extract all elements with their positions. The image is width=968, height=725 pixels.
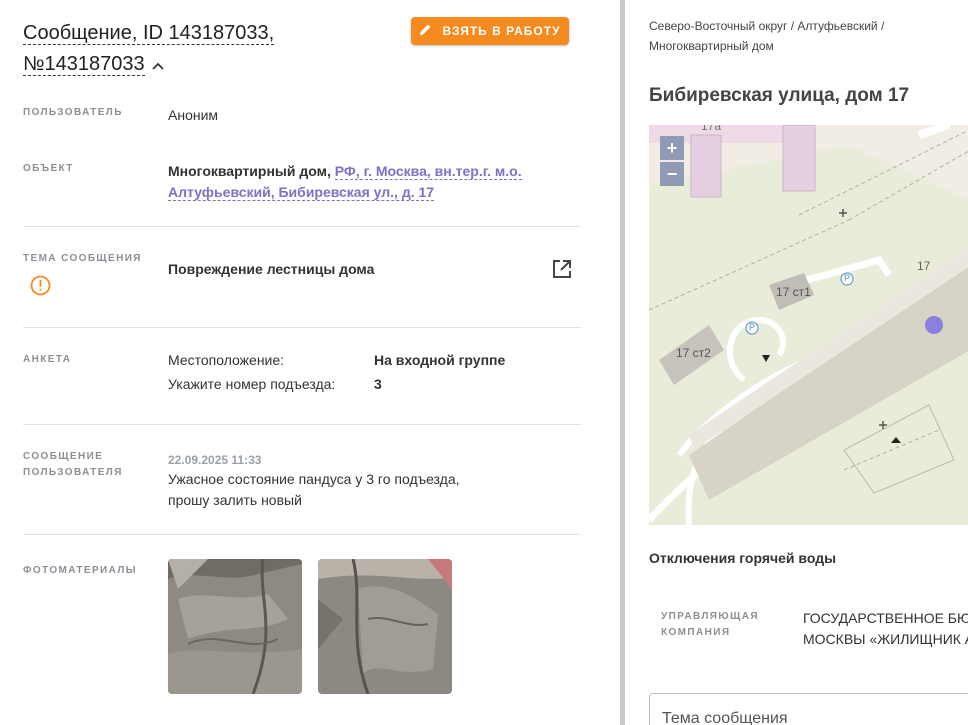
user-message-text-2: прошу залить новый xyxy=(168,492,302,508)
breadcrumb-line1[interactable]: Северо-Восточный округ / Алтуфьевский / xyxy=(649,19,884,33)
management-company-label-line2: КОМПАНИЯ xyxy=(661,627,731,638)
survey-label: АНКЕТА xyxy=(23,354,72,365)
topic-label: ТЕМА СООБЩЕНИЯ xyxy=(23,253,142,264)
zoom-out-button[interactable]: − xyxy=(660,162,684,186)
message-subject-placeholder: Тема сообщения xyxy=(662,710,788,725)
map-label-17c1: 17 ст1 xyxy=(776,285,811,299)
divider xyxy=(23,327,581,328)
divider xyxy=(23,424,581,425)
object-type: Многоквартирный дом, xyxy=(168,163,331,179)
user-message-date: 22.09.2025 11:33 xyxy=(168,453,262,467)
take-to-work-label: ВЗЯТЬ В РАБОТУ xyxy=(442,24,561,38)
photos-label: ФОТОМАТЕРИАЛЫ xyxy=(23,565,137,576)
message-title-line2[interactable]: №143187033 xyxy=(23,53,145,76)
external-link-icon[interactable] xyxy=(552,259,572,284)
map[interactable]: 17а 17 17 ст1 17 ст2 P P + − xyxy=(649,125,968,525)
breadcrumb-line2[interactable]: Многоквартирный дом xyxy=(649,39,774,53)
map-parking-label: P xyxy=(844,273,851,283)
message-panel: Сообщение, ID 143187033, №143187033 ВЗЯТ… xyxy=(0,0,620,725)
object-panel: Северо-Восточный округ / Алтуфьевский / … xyxy=(625,0,968,725)
photo-thumbnail[interactable] xyxy=(318,559,452,694)
address-title: Бибиревская улица, дом 17 xyxy=(649,85,910,106)
user-value: Аноним xyxy=(168,107,219,123)
user-message-label-line1: СООБЩЕНИЕ xyxy=(23,451,104,462)
survey-question-2: Укажите номер подъезда: xyxy=(168,376,336,392)
map-canvas[interactable] xyxy=(649,125,968,525)
photo-thumbnail[interactable] xyxy=(168,559,302,694)
breadcrumb: Северо-Восточный округ / Алтуфьевский / … xyxy=(649,16,949,56)
take-to-work-button[interactable]: ВЗЯТЬ В РАБОТУ xyxy=(411,17,569,45)
management-company-value: ГОСУДАРСТВЕННОЕ БЮДЖЕТНОЕ МОСКВЫ «ЖИЛИЩН… xyxy=(803,608,968,650)
message-subject-field[interactable]: Тема сообщения xyxy=(649,693,968,725)
survey-question-1: Местоположение: xyxy=(168,352,285,368)
zoom-in-button[interactable]: + xyxy=(660,136,684,160)
management-company-label-line1: УПРАВЛЯЮЩАЯ xyxy=(661,611,759,622)
message-title: Сообщение, ID 143187033, №143187033 xyxy=(23,18,403,80)
message-title-line1[interactable]: Сообщение, ID 143187033, xyxy=(23,22,275,45)
user-message-label: СООБЩЕНИЕ ПОЛЬЗОВАТЕЛЯ xyxy=(23,449,123,481)
map-label-17: 17 xyxy=(917,259,931,273)
pencil-icon xyxy=(419,23,432,39)
survey-answer-2: 3 xyxy=(374,376,382,392)
hot-water-outages-title: Отключения горячей воды xyxy=(649,550,837,566)
object-value: Многоквартирный дом, РФ, г. Москва, вн.т… xyxy=(168,161,528,203)
management-company-value-line1: ГОСУДАРСТВЕННОЕ БЮДЖЕТНОЕ xyxy=(803,610,968,626)
management-company-label: УПРАВЛЯЮЩАЯ КОМПАНИЯ xyxy=(661,609,781,641)
user-message-label-line2: ПОЛЬЗОВАТЕЛЯ xyxy=(23,467,123,478)
topic-value: Повреждение лестницы дома xyxy=(168,261,375,277)
chevron-up-icon[interactable] xyxy=(151,49,164,80)
divider xyxy=(23,226,581,227)
object-label: ОБЪЕКТ xyxy=(23,163,74,174)
user-message-text-1: Ужасное состояние пандуса у 3 го подъезд… xyxy=(168,471,460,487)
warning-icon xyxy=(30,275,51,301)
map-parking-label: P xyxy=(749,322,756,332)
user-label: ПОЛЬЗОВАТЕЛЬ xyxy=(23,107,123,118)
divider xyxy=(23,534,581,535)
map-label-17a: 17а xyxy=(701,125,722,133)
survey-answer-1: На входной группе xyxy=(374,352,506,368)
management-company-value-line2: МОСКВЫ «ЖИЛИЩНИК АЛТУФЬЕВСКИЙ» xyxy=(803,631,968,647)
map-label-17c2: 17 ст2 xyxy=(676,346,711,360)
